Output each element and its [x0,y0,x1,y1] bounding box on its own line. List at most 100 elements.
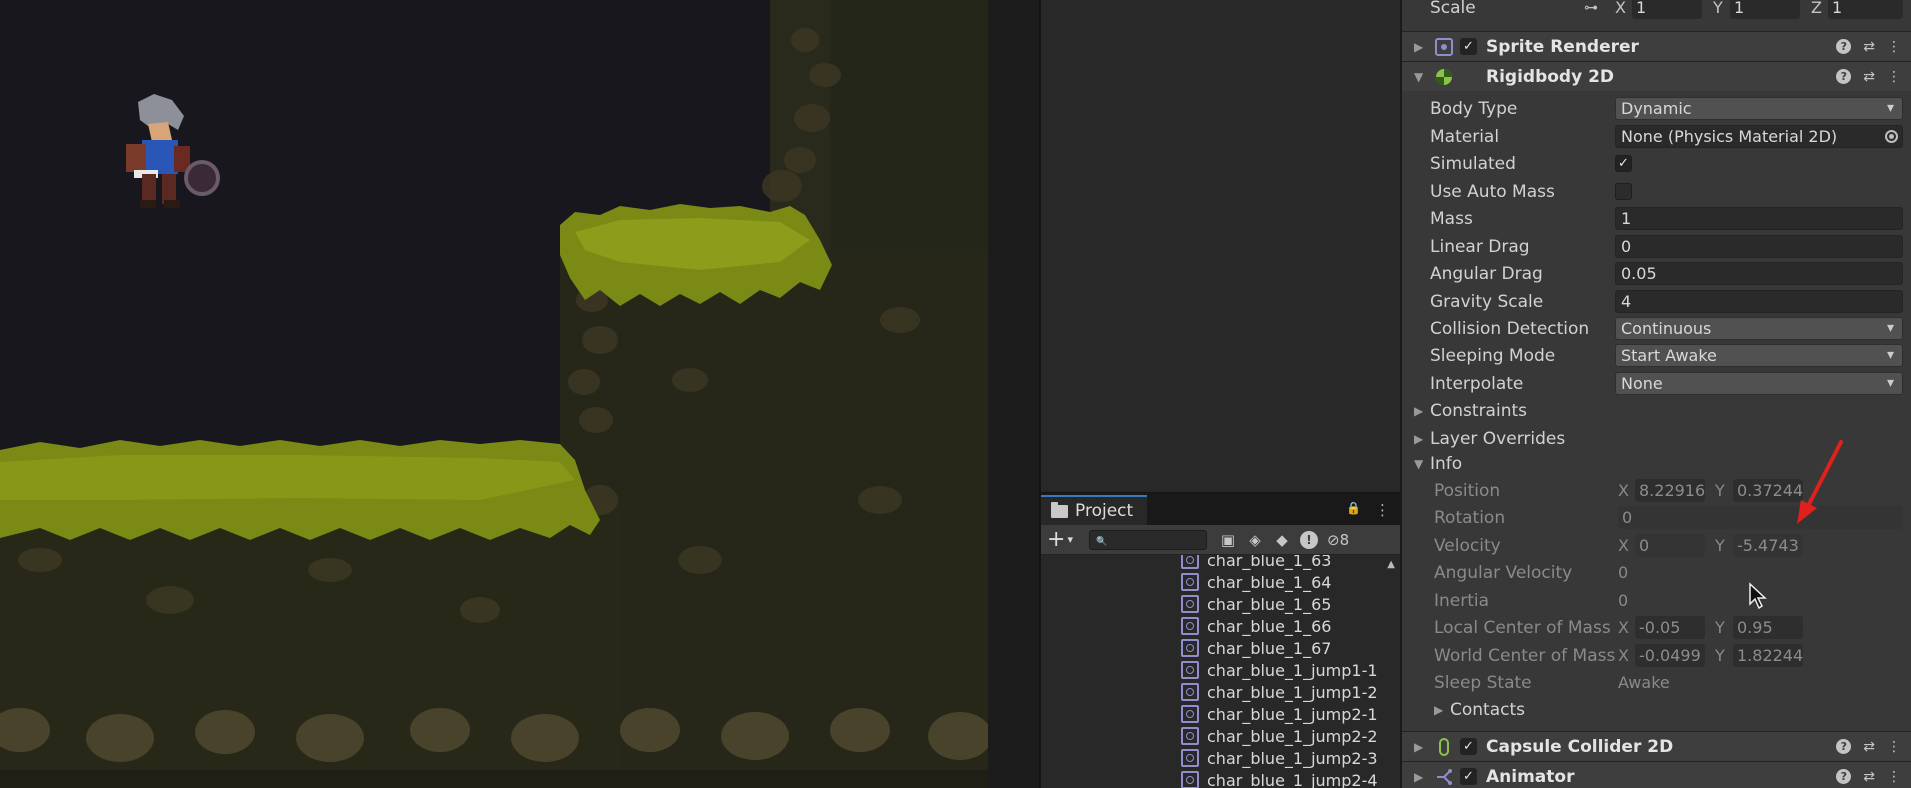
component-menu-icon[interactable]: ⋮ [1887,739,1901,755]
angular-drag-field[interactable]: 0.05 [1615,262,1903,285]
body-type-label: Body Type [1430,98,1518,119]
search-input[interactable]: 🔍 [1089,529,1207,550]
list-item[interactable]: char_blue_1_jump2-3 [1181,747,1378,769]
gravity-scale-field[interactable]: 4 [1615,290,1903,313]
help-icon[interactable]: ? [1836,769,1852,784]
warning-filter-icon[interactable]: ! [1300,530,1318,549]
object-picker-icon[interactable] [1885,130,1898,143]
list-item[interactable]: char_blue_1_jump1-2 [1181,681,1378,703]
velocity-y-label: Y [1715,536,1725,555]
list-item[interactable]: char_blue_1_63 [1181,555,1331,571]
hierarchy-panel[interactable] [1040,0,1400,492]
local-center-of-mass-label: Local Center of Mass [1434,617,1611,638]
simulated-label: Simulated [1430,153,1516,174]
sprite-renderer-enabled-checkbox[interactable]: ✓ [1460,38,1477,55]
capsule-collider-enabled-checkbox[interactable]: ✓ [1460,738,1477,755]
chevron-down-icon[interactable]: ▼ [1414,457,1423,471]
list-item[interactable]: char_blue_1_66 [1181,615,1331,637]
project-panel[interactable]: Project 🔒 ⋮ + ▾ 🔍 ▣ ◈ ◆ ! ⊘8 ▲ char_blue… [1040,492,1400,788]
scroll-up-icon[interactable]: ▲ [1387,559,1395,570]
chevron-down-icon[interactable]: ▼ [1414,70,1423,84]
animator-header[interactable]: ▶ ✓ Animator ? ⇄ ⋮ [1402,761,1911,788]
hidden-count: 8 [1339,530,1350,549]
body-type-dropdown[interactable]: Dynamic [1615,97,1903,120]
project-toolbar: + ▾ 🔍 ▣ ◈ ◆ ! ⊘8 [1041,525,1400,555]
component-menu-icon[interactable]: ⋮ [1887,39,1901,55]
preset-icon[interactable]: ⇄ [1863,739,1875,755]
use-auto-mass-row: Use Auto Mass [1402,178,1911,205]
sprite-icon [1181,555,1199,569]
chevron-right-icon[interactable]: ▶ [1414,432,1423,446]
position-x-label: X [1618,481,1629,500]
constraints-row[interactable]: ▶ Constraints [1402,397,1911,424]
sleeping-mode-dropdown[interactable]: Start Awake [1615,344,1903,367]
scale-y-field[interactable]: 1 [1730,0,1800,19]
velocity-x-label: X [1618,536,1629,555]
list-item[interactable]: char_blue_1_65 [1181,593,1331,615]
chevron-right-icon[interactable]: ▶ [1414,740,1423,754]
rigidbody-2d-header[interactable]: ▼ Rigidbody 2D ? ⇄ ⋮ [1402,61,1911,91]
chevron-right-icon[interactable]: ▶ [1414,40,1423,54]
preset-icon[interactable]: ⇄ [1863,39,1875,55]
sprite-renderer-header[interactable]: ▶ ✓ Sprite Renderer ? ⇄ ⋮ [1402,31,1911,61]
local-center-of-mass-row: Local Center of Mass X -0.05 Y 0.95 [1402,614,1911,641]
list-item[interactable]: char_blue_1_jump2-2 [1181,725,1378,747]
link-scale-icon[interactable]: ⊶ [1584,0,1598,16]
chevron-right-icon[interactable]: ▶ [1414,770,1423,784]
use-auto-mass-checkbox[interactable] [1615,183,1632,200]
tab-project-label: Project [1075,501,1134,521]
list-item[interactable]: char_blue_1_jump1-1 [1181,659,1378,681]
mass-field[interactable]: 1 [1615,207,1903,230]
hidden-packages-icon[interactable]: ⊘8 [1327,531,1349,549]
world-com-y-label: Y [1715,646,1725,665]
contacts-label: Contacts [1450,699,1525,720]
list-item-label: char_blue_1_65 [1207,594,1332,614]
collision-detection-dropdown[interactable]: Continuous [1615,317,1903,340]
contacts-row[interactable]: ▶ Contacts [1402,696,1911,723]
list-item[interactable]: char_blue_1_67 [1181,637,1331,659]
preset-icon[interactable]: ⇄ [1863,69,1875,85]
chevron-right-icon[interactable]: ▶ [1434,703,1443,717]
simulated-checkbox[interactable]: ✓ [1615,155,1632,172]
folder-icon [1051,501,1068,518]
list-item-label: char_blue_1_jump2-2 [1207,726,1378,746]
component-menu-icon[interactable]: ⋮ [1887,69,1901,85]
preset-icon[interactable]: ⇄ [1863,769,1875,785]
sprite-icon [1181,639,1199,657]
search-by-type-icon[interactable]: ▣ [1219,531,1237,549]
capsule-collider-2d-header[interactable]: ▶ ✓ Capsule Collider 2D ? ⇄ ⋮ [1402,731,1911,761]
search-by-label-icon[interactable]: ◈ [1246,531,1264,549]
scale-x-field[interactable]: 1 [1632,0,1702,19]
help-icon[interactable]: ? [1836,39,1852,54]
help-icon[interactable]: ? [1836,739,1852,754]
mass-label: Mass [1430,208,1473,229]
interpolate-dropdown[interactable]: None [1615,372,1903,395]
material-field[interactable]: None (Physics Material 2D) [1615,125,1903,148]
asset-list[interactable]: ▲ char_blue_1_63 char_blue_1_64 char_blu… [1041,555,1401,788]
help-icon[interactable]: ? [1836,69,1852,84]
component-menu-icon[interactable]: ⋮ [1887,769,1901,785]
panel-menu-icon[interactable]: ⋮ [1375,501,1390,519]
lock-icon[interactable]: 🔒 [1346,501,1361,519]
material-row: Material None (Physics Material 2D) [1402,123,1911,150]
list-item[interactable]: char_blue_1_jump2-1 [1181,703,1378,725]
sprite-icon [1181,749,1199,767]
list-item[interactable]: char_blue_1_64 [1181,571,1331,593]
layer-overrides-label: Layer Overrides [1430,428,1566,449]
inspector-panel[interactable]: Scale ⊶ X 1 Y 1 Z 1 ▶ ✓ Sprite Renderer … [1400,0,1911,788]
list-item-label: char_blue_1_jump1-1 [1207,660,1378,680]
chevron-down-icon: ▾ [1067,533,1073,546]
tab-project[interactable]: Project [1041,495,1148,525]
game-view[interactable] [0,0,988,788]
linear-drag-field[interactable]: 0 [1615,235,1903,258]
list-item[interactable]: char_blue_1_jump2-4 [1181,769,1378,788]
animator-enabled-checkbox[interactable]: ✓ [1460,768,1477,785]
scale-z-field[interactable]: 1 [1828,0,1903,19]
tag-icon[interactable]: ◆ [1273,531,1291,549]
sprite-icon [1181,661,1199,679]
list-item-label: char_blue_1_63 [1207,555,1332,570]
create-asset-button[interactable]: + ▾ [1047,527,1083,552]
chevron-right-icon[interactable]: ▶ [1414,404,1423,418]
info-label: Info [1430,453,1463,474]
sprite-icon [1181,683,1199,701]
